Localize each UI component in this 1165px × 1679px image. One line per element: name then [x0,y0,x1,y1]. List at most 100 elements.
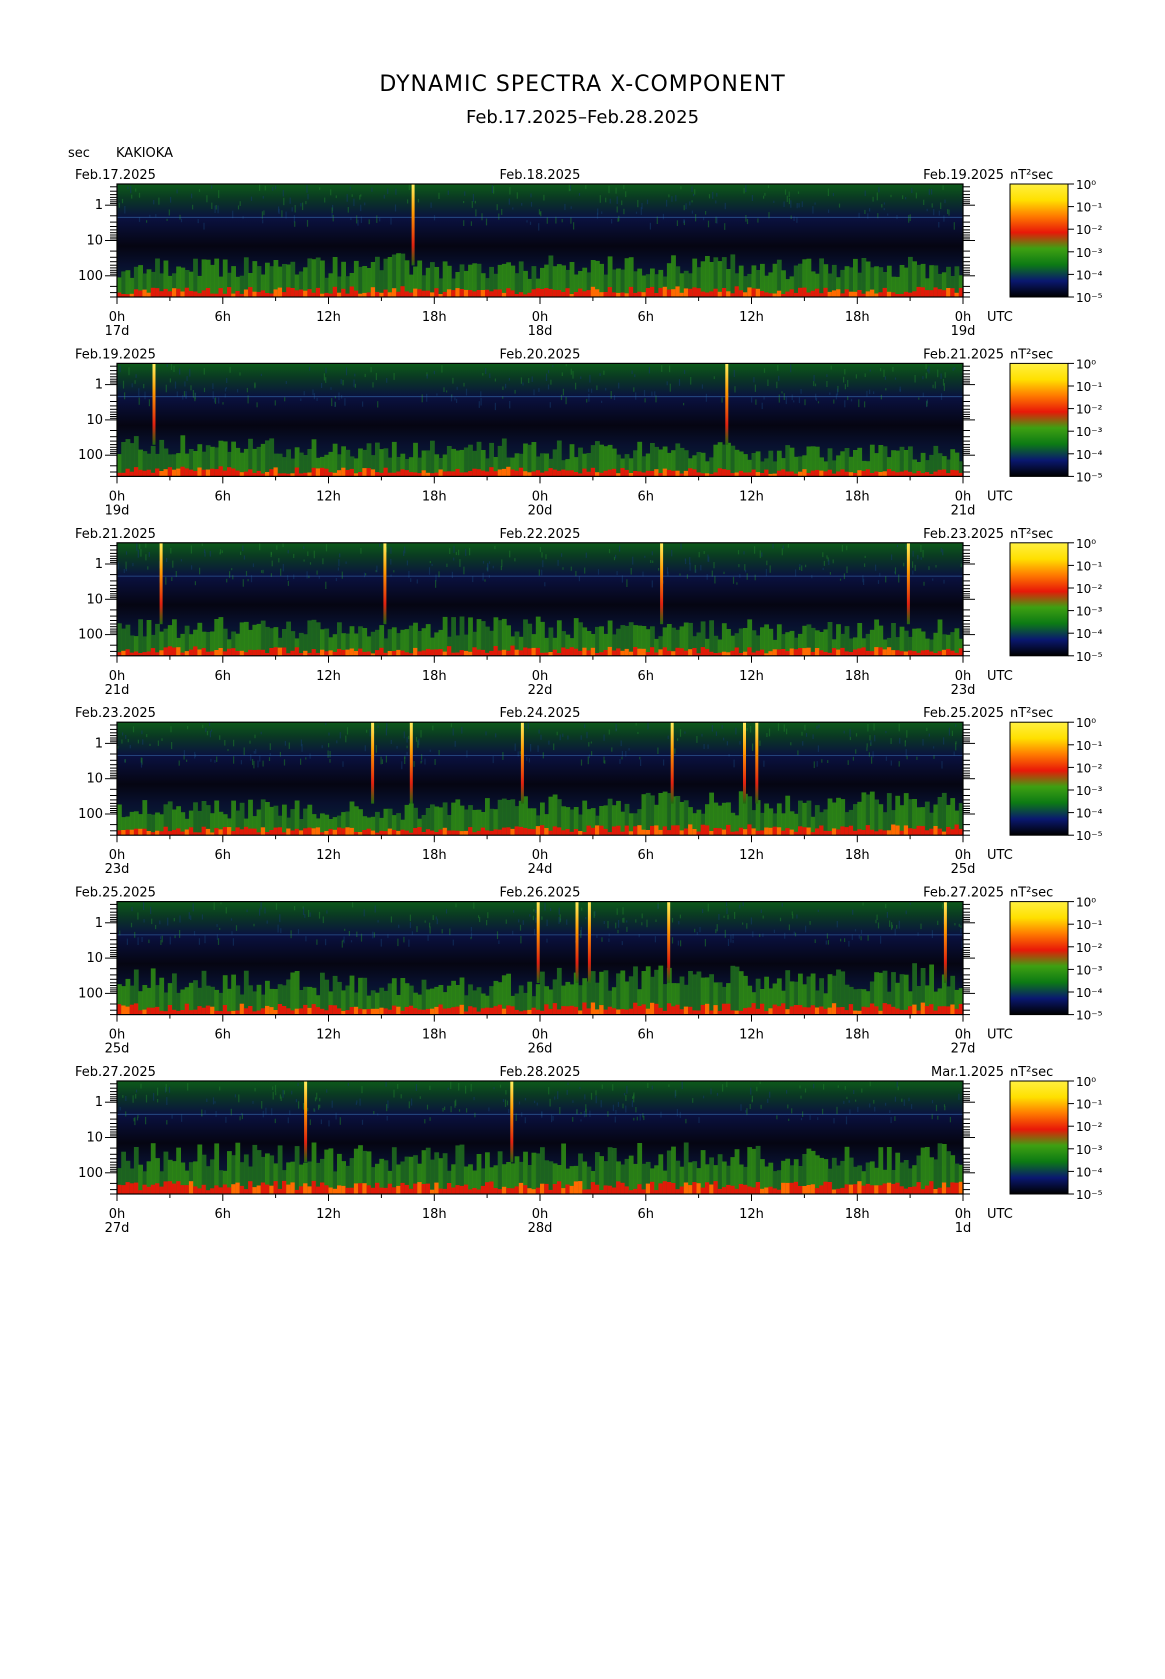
colorbar-unit-label: nT²sec [1010,886,1053,901]
burst-spike [587,901,591,983]
burst-spike [755,722,759,804]
colorbar-tick-label: 10⁻³ [1076,963,1103,977]
day-label: 27d [105,1221,130,1236]
y-tick-label: 10 [86,413,103,428]
burst-spike [943,901,947,983]
colorbar-tick-label: 10⁰ [1076,537,1096,551]
colorbar-tick-label: 10⁻⁵ [1076,829,1103,843]
panel-mid-date: Feb.26.2025 [500,886,581,901]
utc-label: UTC [987,1028,1013,1043]
colorbar-tick-label: 10⁻¹ [1076,380,1103,394]
x-tick-label: 12h [739,848,764,863]
y-tick-label: 10 [86,592,103,607]
panel-start-date: Feb.17.2025 [75,168,156,183]
x-tick-label: 0h [532,1207,549,1222]
x-tick-label: 0h [532,1028,549,1043]
colorbar-tick-label: 10⁻³ [1076,246,1103,260]
y-tick-label: 10 [86,772,103,787]
day-label: 19d [105,503,130,518]
colorbar-tick-label: 10⁻⁴ [1076,807,1103,821]
panel-end-date: Feb.27.2025 [923,886,1004,901]
y-tick-label: 10 [86,234,103,249]
x-tick-label: 6h [214,848,231,863]
colorbar-tick-label: 10⁻³ [1076,1143,1103,1157]
utc-label: UTC [987,489,1013,504]
x-tick-label: 0h [109,848,126,863]
x-tick-label: 18h [422,1207,447,1222]
panel-start-date: Feb.25.2025 [75,886,156,901]
x-tick-label: 12h [739,1028,764,1043]
burst-spike [152,363,156,445]
y-tick-label: 100 [78,269,103,284]
colorbar-tick-label: 10⁻⁴ [1076,627,1103,641]
x-tick-label: 6h [214,1028,231,1043]
colorbar-tick-label: 10⁻¹ [1076,918,1103,932]
y-tick-label: 100 [78,1166,103,1181]
x-tick-label: 12h [316,310,341,325]
spectra-panel-5: Feb.25.2025 Feb.26.2025 Feb.27.2025 nT²sec 1… [75,886,1103,1057]
y-tick-label: 100 [78,807,103,822]
x-tick-label: 0h [109,1207,126,1222]
x-tick-label: 6h [637,1207,654,1222]
colorbar-tick-label: 10⁻² [1076,582,1103,596]
x-tick-label: 6h [637,669,654,684]
y-tick-label: 1 [95,736,103,751]
day-label: 18d [528,324,553,339]
colorbar-tick-label: 10⁰ [1076,178,1096,192]
x-tick-label: 0h [109,310,126,325]
colorbar [1009,721,1069,836]
x-tick-label: 0h [109,489,126,504]
y-tick-label: 1 [95,557,103,572]
y-tick-label: 10 [86,1131,103,1146]
colorbar-unit-label: nT²sec [1010,347,1053,362]
x-tick-label: 18h [845,669,870,684]
panel-end-date: Feb.21.2025 [923,347,1004,362]
x-tick-label: 18h [422,1028,447,1043]
burst-spike [725,363,729,445]
colorbar-tick-label: 10⁰ [1076,357,1096,371]
burst-spike [906,542,910,625]
y-tick-label: 1 [95,198,103,213]
x-tick-label: 0h [955,1028,972,1043]
x-tick-label: 18h [422,669,447,684]
colorbar-tick-label: 10⁻¹ [1076,201,1103,215]
day-label: 1d [955,1221,972,1236]
colorbar-unit-label: nT²sec [1010,168,1053,183]
panel-start-date: Feb.21.2025 [75,527,156,542]
x-tick-label: 18h [845,489,870,504]
colorbar [1009,901,1069,1016]
day-label: 25d [951,862,976,877]
x-tick-label: 6h [214,1207,231,1222]
colorbar-tick-label: 10⁻⁴ [1076,1165,1103,1179]
colorbar-tick-label: 10⁻² [1076,403,1103,417]
panel-end-date: Feb.23.2025 [923,527,1004,542]
utc-label: UTC [987,669,1013,684]
colorbar-tick-label: 10⁻⁵ [1076,1188,1103,1202]
colorbar-tick-label: 10⁻⁴ [1076,986,1103,1000]
colorbar-tick-label: 10⁻¹ [1076,559,1103,573]
spectra-panels: Feb.17.2025 Feb.18.2025 Feb.19.2025 nT²sec 1… [75,168,1103,1236]
colorbar-tick-label: 10⁰ [1076,896,1096,910]
x-tick-label: 0h [532,669,549,684]
x-tick-label: 12h [739,669,764,684]
colorbar-tick-label: 10⁻⁵ [1076,1009,1103,1023]
panel-end-date: Feb.25.2025 [923,706,1004,721]
colorbar-tick-label: 10⁰ [1076,1075,1096,1089]
x-tick-label: 18h [845,310,870,325]
x-tick-label: 6h [637,1028,654,1043]
x-tick-label: 0h [955,848,972,863]
y-tick-label: 1 [95,916,103,931]
panel-mid-date: Feb.22.2025 [500,527,581,542]
x-tick-label: 6h [637,848,654,863]
day-label: 24d [528,862,553,877]
burst-spike [660,542,664,625]
x-tick-label: 18h [845,1207,870,1222]
colorbar-tick-label: 10⁻² [1076,761,1103,775]
burst-spike [520,722,524,804]
x-tick-label: 0h [532,489,549,504]
x-tick-label: 12h [739,310,764,325]
x-tick-label: 12h [316,1207,341,1222]
colorbar-tick-label: 10⁻¹ [1076,1098,1103,1112]
x-tick-label: 0h [109,1028,126,1043]
x-tick-label: 6h [637,489,654,504]
